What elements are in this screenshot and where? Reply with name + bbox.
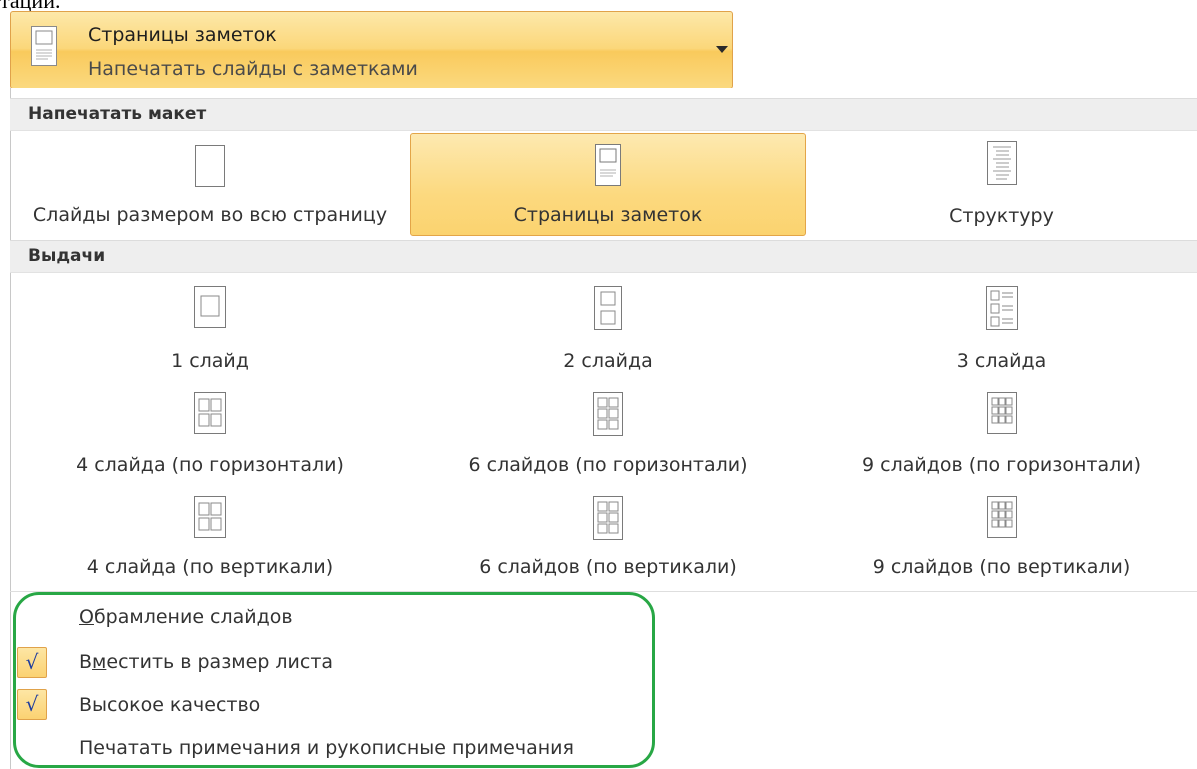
layout-outline[interactable]: Структуру [806, 133, 1197, 236]
layout-notes-pages[interactable]: Страницы заметок [410, 133, 806, 236]
handout-label: 1 слайд [171, 350, 249, 372]
dropdown-title: Страницы заметок [88, 24, 277, 46]
handout-9-slides-vertical[interactable]: 9 слайдов (по вертикали) [806, 488, 1197, 584]
full-page-slide-icon [195, 145, 225, 187]
handout-label: 9 слайдов (по вертикали) [872, 556, 1131, 578]
four-slides-horizontal-icon [194, 392, 226, 434]
nine-slides-horizontal-icon [986, 392, 1017, 434]
three-slides-icon [985, 286, 1018, 330]
handout-2-slides[interactable]: 2 слайда [410, 276, 806, 376]
handout-label: 4 слайда (по горизонтали) [76, 454, 344, 476]
layout-full-page-slides[interactable]: Слайды размером во всю страницу [10, 133, 410, 236]
one-slide-icon [194, 286, 226, 328]
dropdown-subtitle: Напечатать слайды с заметками [88, 58, 418, 80]
handout-label: 4 слайда (по вертикали) [86, 556, 334, 578]
six-slides-vertical-icon [593, 496, 623, 540]
four-slides-vertical-icon [194, 496, 226, 538]
section-handouts: Выдачи [10, 240, 1197, 273]
handout-3-slides[interactable]: 3 слайда [806, 276, 1197, 376]
handout-label: 6 слайдов (по горизонтали) [468, 454, 748, 476]
outline-icon [986, 141, 1017, 185]
nine-slides-vertical-icon [986, 496, 1017, 538]
layout-label: Страницы заметок [513, 204, 703, 226]
handout-label: 6 слайдов (по вертикали) [479, 556, 737, 578]
handout-label: 3 слайда [956, 350, 1047, 372]
layout-label: Слайды размером во всю страницу [32, 204, 388, 226]
notes-page-icon [595, 144, 621, 186]
handout-label: 2 слайда [563, 350, 653, 372]
handout-1-slide[interactable]: 1 слайд [10, 276, 410, 376]
six-slides-horizontal-icon [593, 392, 623, 436]
handout-label: 9 слайдов (по горизонтали) [862, 454, 1141, 476]
handout-9-slides-horizontal[interactable]: 9 слайдов (по горизонтали) [806, 384, 1197, 480]
handout-4-slides-horizontal[interactable]: 4 слайда (по горизонтали) [10, 384, 410, 480]
highlight-frame [13, 592, 655, 768]
layout-label: Структуру [949, 205, 1054, 227]
handout-6-slides-horizontal[interactable]: 6 слайдов (по горизонтали) [410, 384, 806, 480]
print-layout-dropdown[interactable]: Страницы заметок Напечатать слайды с зам… [10, 11, 733, 89]
handout-6-slides-vertical[interactable]: 6 слайдов (по вертикали) [410, 488, 806, 584]
handout-4-slides-vertical[interactable]: 4 слайда (по вертикали) [10, 488, 410, 584]
notes-page-icon [31, 26, 57, 66]
two-slides-icon [594, 286, 622, 330]
chevron-down-icon [716, 46, 728, 53]
section-print-layout: Напечатать макет [10, 98, 1197, 131]
